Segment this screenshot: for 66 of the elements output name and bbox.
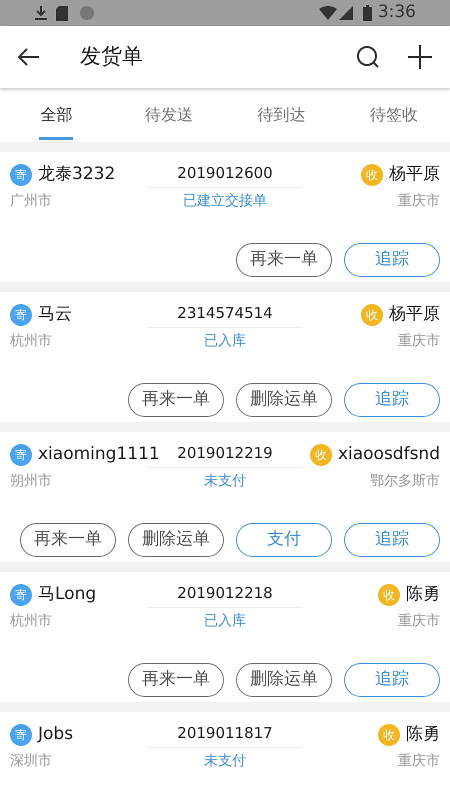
receiver-city: 重庆市 (398, 332, 440, 351)
download-icon (34, 5, 48, 21)
order-number: 2019012218 (148, 582, 302, 608)
receiver-badge: 收 (378, 724, 400, 746)
sender-badge: 寄 (10, 584, 32, 606)
sender-badge: 寄 (10, 164, 32, 186)
receiver-city: 重庆市 (398, 192, 440, 211)
sd-card-icon (56, 6, 68, 20)
order-status: 未支付 (204, 472, 246, 491)
filter-tab[interactable]: 待签收 (338, 90, 450, 142)
action-button[interactable]: 删除运单 (236, 383, 332, 417)
search-icon[interactable] (356, 45, 380, 69)
order-card[interactable]: 寄 马云 2314574514 收 杨平原 杭州市 已入库 重庆市 再来一单 删除运单 追踪 (0, 292, 450, 422)
order-status: 已入库 (204, 332, 246, 351)
battery-icon (362, 5, 372, 21)
order-card[interactable]: 寄 马Long 2019012218 收 陈勇 杭州市 已入库 重庆市 再来一单 删除运单 追踪 (0, 572, 450, 702)
sender-name: 龙泰3232 (38, 163, 116, 186)
receiver-badge: 收 (361, 304, 383, 326)
sender-city: 杭州市 (10, 332, 53, 351)
add-icon[interactable] (408, 45, 432, 69)
sender-city: 朔州市 (10, 472, 53, 491)
signal-icon (338, 6, 353, 20)
receiver-city: 重庆市 (398, 612, 440, 631)
action-button[interactable]: 删除运单 (236, 663, 332, 697)
back-icon[interactable] (18, 48, 40, 66)
sender-city: 深圳市 (10, 752, 53, 771)
wifi-icon (318, 6, 337, 20)
receiver-badge: 收 (361, 164, 383, 186)
action-button[interactable]: 删除运单 (128, 523, 224, 557)
order-number: 2019012600 (148, 162, 302, 188)
sender-name: 马云 (38, 303, 72, 326)
action-button[interactable]: 再来一单 (128, 383, 224, 417)
action-button[interactable]: 再来一单 (128, 663, 224, 697)
order-status: 已建立交接单 (183, 192, 267, 211)
filter-tab[interactable]: 全部 (0, 90, 112, 142)
order-card[interactable]: 寄 xiaoming1111 2019012219 收 xiaoosdfsnd 朔州市 未支付 鄂尔多斯市 再来一单 删除运单 支付 追踪 (0, 432, 450, 562)
receiver-badge: 收 (378, 584, 400, 606)
filter-tab[interactable]: 待发送 (112, 90, 225, 142)
sender-city: 杭州市 (10, 612, 53, 631)
order-number: 2314574514 (148, 302, 302, 328)
order-card[interactable]: 寄 龙泰3232 2019012600 收 杨平原 广州市 已建立交接单 重庆市 再来一单 追踪 (0, 152, 450, 282)
receiver-city: 重庆市 (398, 752, 440, 771)
filter-tab[interactable]: 待到达 (225, 90, 338, 142)
order-number: 2019011817 (148, 722, 302, 748)
sender-badge: 寄 (10, 444, 32, 466)
order-card[interactable]: 寄 Jobs 2019011817 收 陈勇 深圳市 未支付 重庆市 (0, 712, 450, 800)
sender-name: xiaoming1111 (38, 443, 160, 466)
sender-name: 马Long (38, 583, 96, 606)
sender-name: Jobs (38, 723, 74, 746)
receiver-name: 杨平原 (389, 163, 440, 186)
receiver-name: 陈勇 (406, 583, 440, 606)
receiver-name: 陈勇 (406, 723, 440, 746)
status-time: 3:36 (378, 1, 416, 24)
receiver-name: 杨平原 (389, 303, 440, 326)
page-title: 发货单 (80, 43, 143, 70)
order-status: 未支付 (204, 752, 246, 771)
sender-badge: 寄 (10, 304, 32, 326)
sender-badge: 寄 (10, 724, 32, 746)
order-status: 已入库 (204, 612, 246, 631)
receiver-badge: 收 (310, 444, 332, 466)
action-button[interactable]: 再来一单 (236, 243, 332, 277)
sender-city: 广州市 (10, 192, 53, 211)
circle-icon (80, 6, 94, 20)
receiver-city: 鄂尔多斯市 (370, 472, 440, 491)
receiver-name: xiaoosdfsnd (338, 443, 440, 466)
action-button[interactable]: 再来一单 (20, 523, 116, 557)
